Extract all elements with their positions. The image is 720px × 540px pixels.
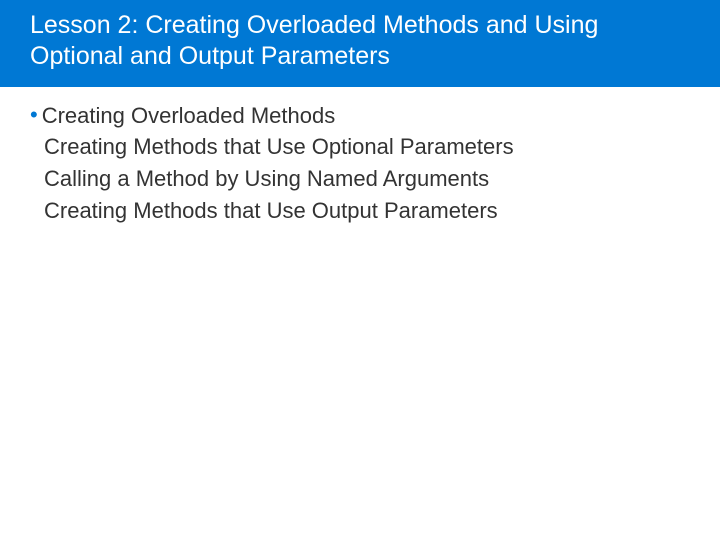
list-item-text: Creating Overloaded Methods <box>42 101 336 131</box>
slide-header: Lesson 2: Creating Overloaded Methods an… <box>0 0 720 87</box>
list-item-text: Calling a Method by Using Named Argument… <box>44 164 690 194</box>
bullet-icon: • <box>30 101 38 130</box>
list-item: • Creating Overloaded Methods <box>30 101 690 131</box>
list-item-text: Creating Methods that Use Output Paramet… <box>44 196 690 226</box>
slide-title: Lesson 2: Creating Overloaded Methods an… <box>30 10 690 73</box>
slide-content: • Creating Overloaded Methods Creating M… <box>0 87 720 242</box>
list-item-text: Creating Methods that Use Optional Param… <box>44 132 690 162</box>
